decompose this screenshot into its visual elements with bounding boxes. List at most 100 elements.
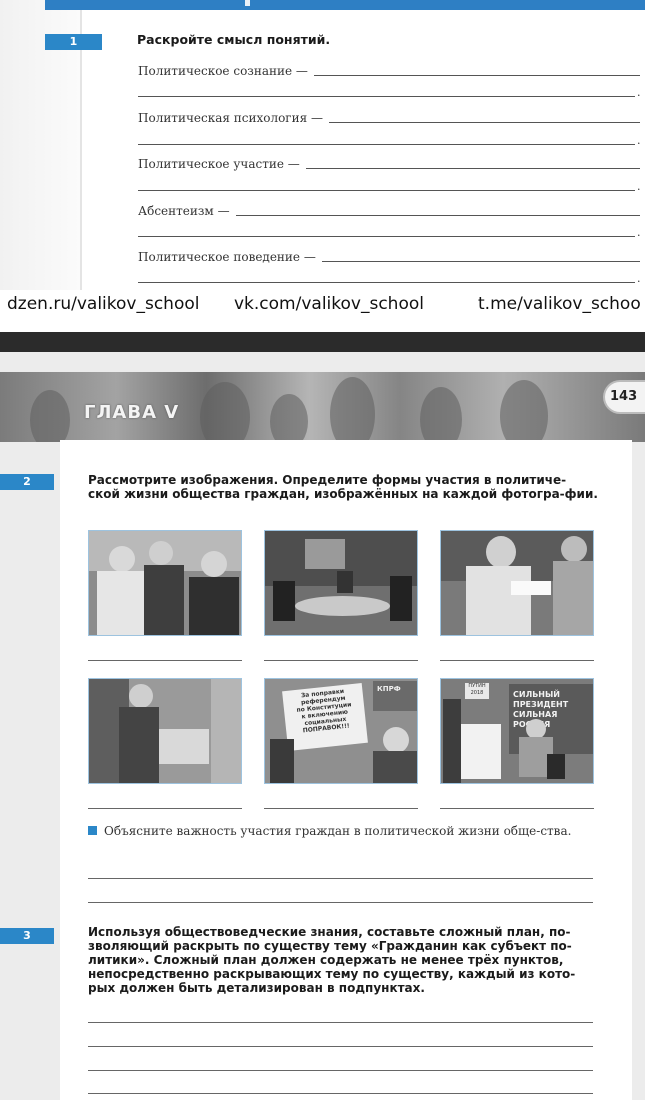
photo-politicians[interactable] xyxy=(88,530,242,636)
crowd-shape xyxy=(30,390,70,442)
photo-tv-debate[interactable] xyxy=(264,530,418,636)
answer-line[interactable] xyxy=(328,122,640,123)
watermarks: dzen.ru/valikov_school vk.com/valikov_sc… xyxy=(0,294,645,318)
person-seated xyxy=(273,581,295,621)
person-head xyxy=(486,536,516,568)
party-flag: КПРФ xyxy=(373,681,417,711)
person-body xyxy=(373,751,417,783)
person-head xyxy=(149,541,173,565)
flag-drape xyxy=(211,679,241,783)
line-end-dot: . xyxy=(637,272,641,285)
chapter-header-photo: ГЛАВА V xyxy=(0,372,645,442)
task-1-title: Раскройте смысл понятий. xyxy=(137,32,331,47)
studio-screen xyxy=(305,539,345,569)
line-end-dot: . xyxy=(637,180,641,193)
person-head xyxy=(129,684,153,708)
crowd-shape xyxy=(270,394,308,442)
continuation-line[interactable] xyxy=(138,144,635,145)
task-3-text: Используя обществоведческие знания, сост… xyxy=(88,925,576,995)
leaflet xyxy=(511,581,551,595)
person-body xyxy=(466,566,531,635)
person-head xyxy=(109,546,135,572)
ballot-box xyxy=(159,729,209,764)
watermark-vk[interactable]: vk.com/valikov_school xyxy=(234,294,424,314)
photo-voting-booth[interactable] xyxy=(88,678,242,784)
task-3-badge: 3 xyxy=(0,928,54,944)
answer-line-photo-4[interactable] xyxy=(88,808,242,809)
person-head xyxy=(561,536,587,562)
person-body xyxy=(553,561,593,635)
answer-line[interactable] xyxy=(235,215,640,216)
sub-task-bullet xyxy=(88,826,97,835)
term-label: Абсентеизм — xyxy=(138,204,230,218)
crowd-shape xyxy=(420,387,462,442)
continuation-line[interactable] xyxy=(138,282,635,283)
top-blue-strip xyxy=(45,0,645,10)
answer-line[interactable] xyxy=(321,261,640,262)
top-page: 1 Раскройте смысл понятий. Политическое … xyxy=(0,0,645,290)
person-body xyxy=(144,565,184,635)
writing-line[interactable] xyxy=(88,902,593,903)
answer-line-photo-2[interactable] xyxy=(264,660,418,661)
writing-line[interactable] xyxy=(88,1093,593,1094)
person xyxy=(270,739,294,783)
round-table xyxy=(295,596,390,616)
person-body xyxy=(189,577,239,635)
term-row-4: Абсентеизм — xyxy=(138,202,640,218)
billboard-line: СИЛЬНЫЙ xyxy=(513,690,560,699)
suitcase xyxy=(547,754,565,779)
margin-line xyxy=(80,10,82,290)
term-row-3: Политическое участие — xyxy=(138,155,640,171)
crowd-shape xyxy=(200,382,250,442)
term-row-5: Политическое поведение — xyxy=(138,248,640,264)
answer-line-photo-1[interactable] xyxy=(88,660,242,661)
term-label: Политическое сознание — xyxy=(138,64,308,78)
photo-campaign-stand[interactable]: СИЛЬНЫЙ ПРЕЗИДЕНТ СИЛЬНАЯ РОССИЯ ПУТИН 2… xyxy=(440,678,594,784)
watermark-dzen[interactable]: dzen.ru/valikov_school xyxy=(7,294,199,314)
watermark-telegram[interactable]: t.me/valikov_schoo xyxy=(478,294,641,314)
billboard-line: РОССИЯ xyxy=(513,720,591,730)
writing-line[interactable] xyxy=(88,1046,593,1047)
campaign-poster: ПУТИН 2018 xyxy=(465,683,489,699)
line-end-dot: . xyxy=(637,226,641,239)
continuation-line[interactable] xyxy=(138,190,635,191)
sub-task-text: Объясните важность участия граждан в пол… xyxy=(104,824,572,838)
billboard-line: ПРЕЗИДЕНТ xyxy=(513,700,569,709)
task-1-badge: 1 xyxy=(45,34,102,50)
writing-line[interactable] xyxy=(88,1022,593,1023)
answer-line[interactable] xyxy=(305,168,640,169)
answer-line-photo-5[interactable] xyxy=(264,808,418,809)
answer-line[interactable] xyxy=(313,75,640,76)
answer-line-photo-3[interactable] xyxy=(440,660,594,661)
page-divider xyxy=(0,332,645,352)
term-label: Политическое поведение — xyxy=(138,250,316,264)
photo-street-leaflets[interactable] xyxy=(440,530,594,636)
term-label: Политическая психология — xyxy=(138,111,323,125)
protest-banner: За поправки референдум по Конституции к … xyxy=(282,682,368,752)
campaign-stand xyxy=(461,724,501,779)
poster-line: 2018 xyxy=(470,690,484,696)
person-body xyxy=(119,707,159,783)
answer-line-photo-6[interactable] xyxy=(440,808,594,809)
task-2-title: Рассмотрите изображения. Определите форм… xyxy=(88,473,598,501)
person xyxy=(443,699,461,783)
photo-demonstration[interactable]: За поправки референдум по Конституции к … xyxy=(264,678,418,784)
chapter-title: ГЛАВА V xyxy=(84,402,180,423)
person-head xyxy=(201,551,227,577)
writing-line[interactable] xyxy=(88,878,593,879)
person-head xyxy=(526,719,546,739)
person-seated xyxy=(390,576,412,621)
writing-line[interactable] xyxy=(88,1070,593,1071)
continuation-line[interactable] xyxy=(138,96,635,97)
task-2-badge: 2 xyxy=(0,474,54,490)
continuation-line[interactable] xyxy=(138,236,635,237)
crowd-shape xyxy=(330,377,375,442)
line-end-dot: . xyxy=(637,134,641,147)
term-label: Политическое участие — xyxy=(138,157,300,171)
person-head xyxy=(383,727,409,753)
strip-mark xyxy=(245,0,250,6)
billboard-line: СИЛЬНАЯ xyxy=(513,710,558,719)
term-row-1: Политическое сознание — xyxy=(138,62,640,78)
crowd-shape xyxy=(500,380,548,442)
term-row-2: Политическая психология — xyxy=(138,109,640,125)
